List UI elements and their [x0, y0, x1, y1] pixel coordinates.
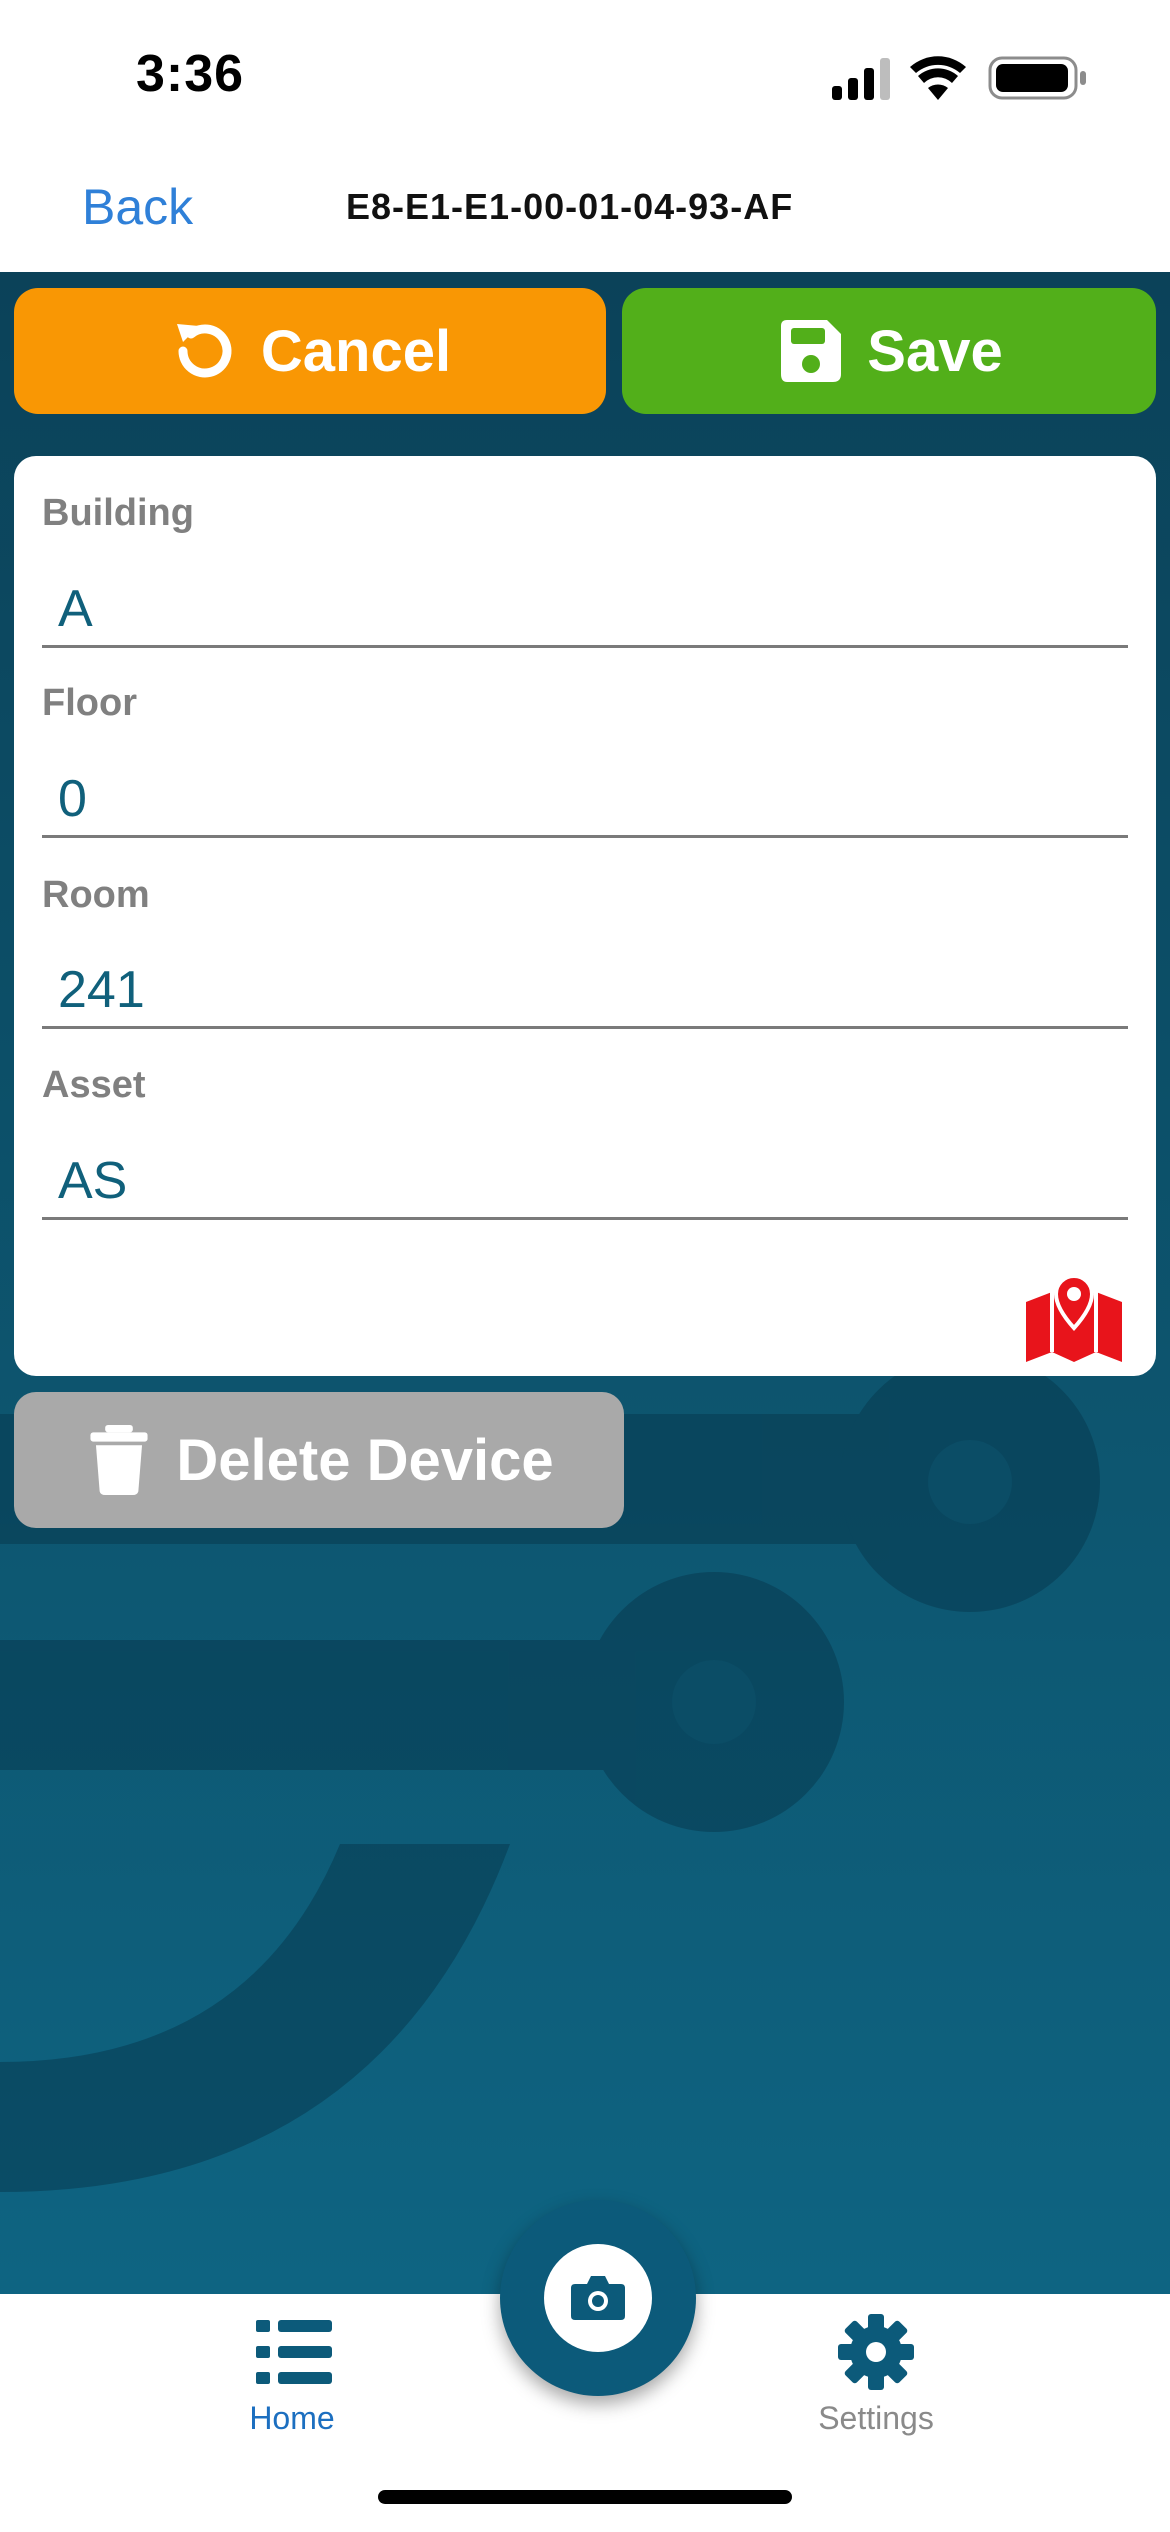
wifi-icon: [910, 56, 966, 100]
tab-home[interactable]: Home: [182, 2314, 402, 2444]
camera-icon: [571, 2276, 625, 2320]
room-label: Room: [42, 874, 150, 916]
camera-button[interactable]: [500, 2200, 696, 2396]
status-time: 3:36: [136, 45, 245, 103]
status-icons: [832, 56, 1086, 100]
tab-home-label: Home: [249, 2400, 335, 2436]
delete-device-button[interactable]: Delete Device: [14, 1392, 624, 1528]
building-label: Building: [42, 492, 194, 534]
cancel-button[interactable]: Cancel: [14, 288, 606, 414]
camera-button-inner: [544, 2244, 652, 2352]
back-button[interactable]: Back: [82, 178, 193, 236]
floppy-disk-icon: [781, 320, 842, 382]
tab-settings[interactable]: Settings: [766, 2314, 986, 2444]
undo-icon: [176, 324, 232, 378]
cellular-signal-icon: [832, 58, 890, 100]
floor-label: Floor: [42, 682, 137, 724]
map-location-icon[interactable]: [1026, 1276, 1122, 1362]
building-input[interactable]: [42, 572, 1128, 648]
save-label: Save: [867, 318, 1003, 384]
save-button[interactable]: Save: [622, 288, 1156, 414]
delete-device-label: Delete Device: [176, 1427, 554, 1493]
trash-icon: [90, 1425, 148, 1495]
asset-label: Asset: [42, 1064, 146, 1106]
floor-input[interactable]: [42, 762, 1128, 838]
asset-input[interactable]: [42, 1144, 1128, 1220]
cancel-label: Cancel: [260, 318, 452, 384]
tab-settings-label: Settings: [818, 2400, 934, 2436]
list-icon: [256, 2320, 332, 2384]
page-title: E8-E1-E1-00-01-04-93-AF: [346, 186, 794, 227]
room-input[interactable]: [42, 953, 1128, 1029]
home-indicator: [378, 2490, 792, 2504]
status-bar: 3:36: [0, 0, 1170, 150]
location-form: Building Floor Room Asset: [14, 456, 1156, 1376]
gear-icon: [838, 2314, 914, 2390]
battery-icon: [988, 56, 1086, 100]
